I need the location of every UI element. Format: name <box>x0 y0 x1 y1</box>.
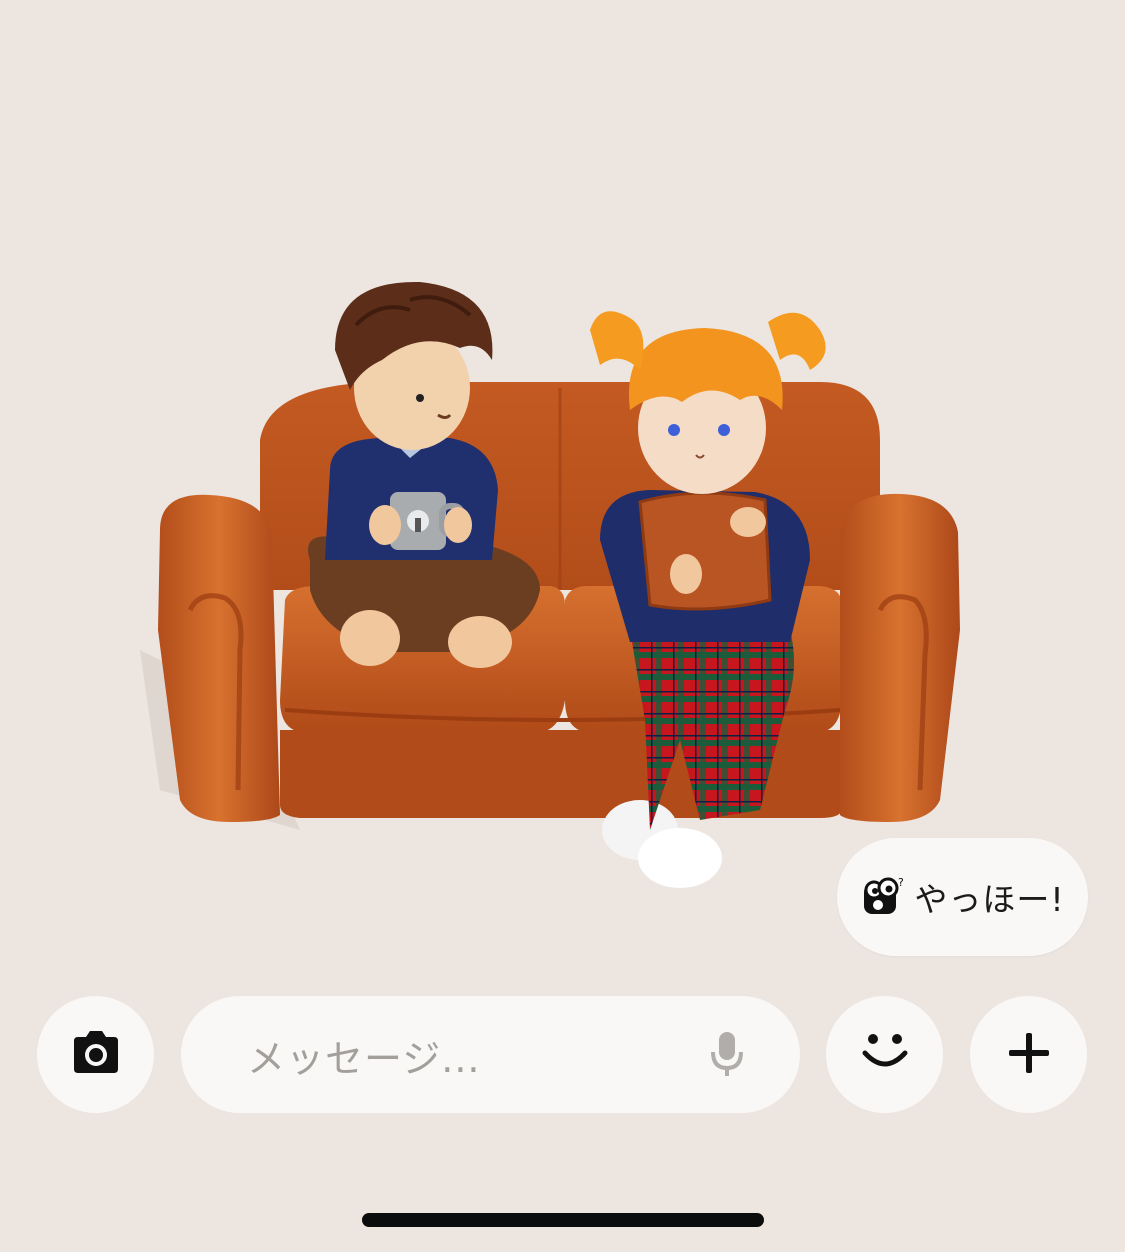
message-placeholder: メッセージ... <box>247 1037 481 1081</box>
googly-eyes-icon: ? <box>860 874 906 920</box>
speech-bubble[interactable]: ? やっほー! <box>837 838 1088 956</box>
camera-button[interactable] <box>37 996 154 1113</box>
avatar-scene <box>120 270 980 910</box>
microphone-icon[interactable] <box>709 1030 745 1078</box>
svg-text:?: ? <box>898 876 904 889</box>
smiley-icon <box>857 1029 913 1081</box>
plus-icon <box>1007 1031 1051 1079</box>
camera-icon <box>68 1029 124 1081</box>
speech-bubble-text: やっほー! <box>914 880 1065 919</box>
sofa-illustration <box>140 281 960 888</box>
message-input[interactable]: メッセージ... <box>181 996 800 1113</box>
home-indicator[interactable] <box>362 1213 764 1227</box>
emoji-button[interactable] <box>826 996 943 1113</box>
add-button[interactable] <box>970 996 1087 1113</box>
